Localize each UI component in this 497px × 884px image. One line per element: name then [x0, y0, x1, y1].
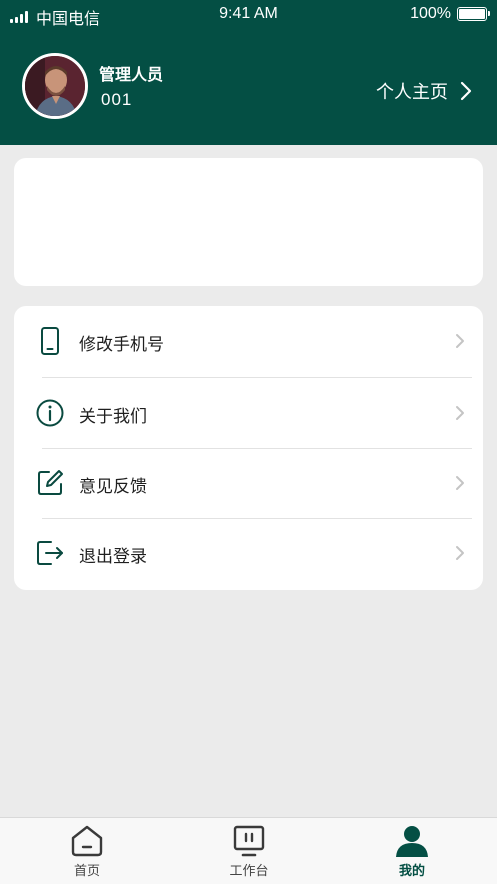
- info-icon: [36, 399, 64, 427]
- tab-label: 首页: [73, 864, 100, 879]
- phone-icon: [41, 327, 59, 355]
- battery-icon: [457, 7, 490, 21]
- chevron-right-icon: [456, 406, 464, 420]
- tab-label: 我的: [398, 864, 425, 879]
- edit-icon: [38, 470, 63, 495]
- user-name: 管理人员: [99, 65, 164, 84]
- home-icon: [71, 825, 103, 857]
- chevron-right-icon: [456, 476, 464, 490]
- profile-link-label: 个人主页: [376, 82, 448, 103]
- status-right: 100%: [410, 5, 490, 23]
- avatar-image: [25, 56, 85, 116]
- tab-label: 工作台: [229, 864, 269, 879]
- status-bar: 中国电信 9:41 AM 100%: [0, 0, 497, 30]
- profile-page-link[interactable]: 个人主页: [376, 78, 472, 104]
- info-card: [14, 158, 483, 286]
- chevron-right-icon: [456, 546, 464, 560]
- menu-item-label: 修改手机号: [79, 335, 164, 355]
- user-icon: [396, 826, 428, 857]
- chevron-right-icon: [460, 81, 472, 101]
- profile-header: 中国电信 9:41 AM 100% 管理人员 001 个人主页: [0, 0, 497, 145]
- menu-item-feedback[interactable]: 意见反馈: [14, 448, 483, 518]
- logout-icon: [37, 541, 63, 565]
- user-id: 001: [101, 90, 133, 109]
- avatar[interactable]: [22, 53, 88, 119]
- tab-home[interactable]: 首页: [37, 818, 137, 884]
- tab-workbench[interactable]: 工作台: [199, 818, 299, 884]
- menu-item-logout[interactable]: 退出登录: [14, 518, 483, 588]
- menu-item-about-us[interactable]: 关于我们: [14, 378, 483, 448]
- menu-item-label: 意见反馈: [79, 477, 147, 497]
- menu-item-change-phone[interactable]: 修改手机号: [14, 306, 483, 376]
- battery-label: 100%: [410, 5, 451, 22]
- chevron-right-icon: [456, 334, 464, 348]
- workbench-icon: [233, 825, 265, 857]
- settings-menu: 修改手机号 关于我们 意见反馈 退出登录: [14, 306, 483, 590]
- menu-item-label: 退出登录: [79, 547, 147, 567]
- bottom-tab-bar: 首页 工作台 我的: [0, 817, 497, 884]
- tab-mine[interactable]: 我的: [362, 818, 462, 884]
- menu-item-label: 关于我们: [79, 407, 147, 427]
